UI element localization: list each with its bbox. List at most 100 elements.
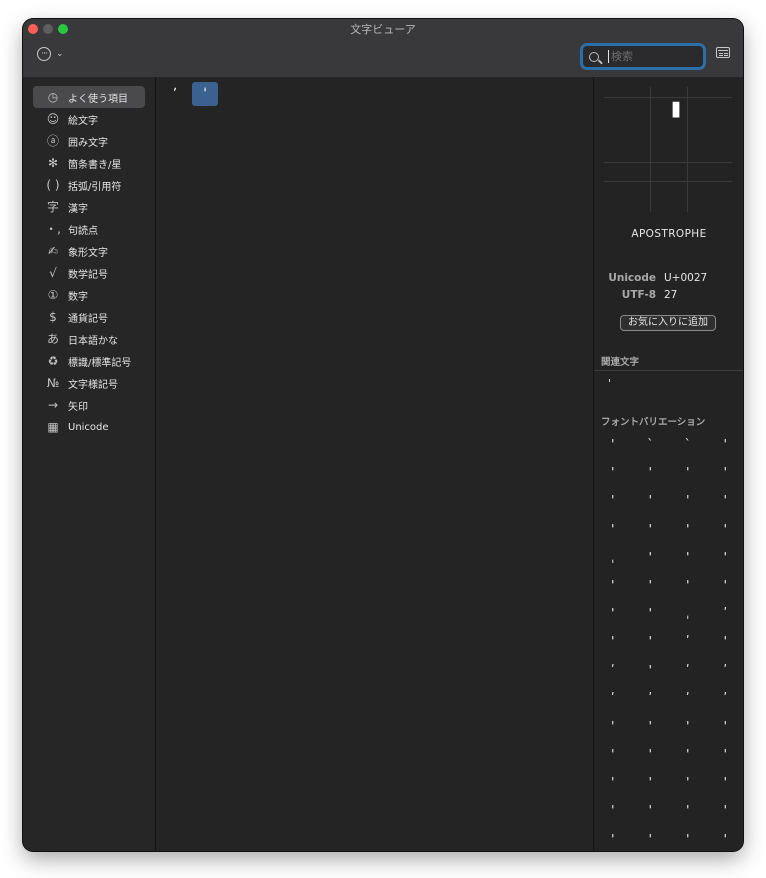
font-variation-glyph[interactable]: ' bbox=[669, 800, 707, 828]
sidebar-item-label: 句読点 bbox=[68, 225, 98, 237]
font-variation-glyph[interactable]: ' bbox=[632, 547, 670, 575]
font-variation-glyph[interactable]: ʹ bbox=[669, 688, 707, 716]
font-variation-glyph[interactable]: ʹ bbox=[707, 688, 744, 716]
add-to-favorites-button[interactable]: お気に入りに追加 bbox=[620, 315, 716, 331]
variation-row: ' ' ʹ ' bbox=[594, 631, 743, 659]
font-variation-glyph[interactable]: ' bbox=[707, 829, 744, 851]
sidebar-item[interactable]: $ 通貨記号 bbox=[33, 306, 145, 328]
variation-row: ʹʹʹʹ bbox=[594, 688, 743, 716]
sidebar-item[interactable]: ▦ Unicode bbox=[33, 416, 145, 438]
sidebar-item[interactable]: ☺ 絵文字 bbox=[33, 108, 145, 130]
search-icon bbox=[589, 51, 599, 62]
sidebar-item[interactable]: ・, 句読点 bbox=[33, 218, 145, 240]
related-character[interactable]: ' bbox=[608, 377, 611, 390]
character-panel-icon[interactable] bbox=[716, 47, 730, 58]
font-variation-glyph[interactable]: ˌ bbox=[594, 547, 632, 575]
font-variation-glyph[interactable]: ʹ bbox=[707, 603, 744, 631]
font-variation-glyph[interactable]: ˌ bbox=[669, 603, 707, 631]
glyph-preview: ' bbox=[604, 77, 734, 217]
font-variation-glyph[interactable]: ' bbox=[594, 490, 632, 518]
font-variation-glyph[interactable]: ' bbox=[594, 462, 632, 490]
font-variation-glyph[interactable]: ' bbox=[669, 462, 707, 490]
font-variation-glyph[interactable]: ' bbox=[632, 631, 670, 659]
font-variation-glyph[interactable]: ʹ bbox=[669, 660, 707, 688]
font-variation-glyph[interactable]: ʹ bbox=[707, 660, 744, 688]
font-variation-glyph[interactable]: ʹ bbox=[594, 660, 632, 688]
preview-glyph: ' bbox=[667, 90, 685, 158]
sidebar-item[interactable]: ① 数字 bbox=[33, 284, 145, 306]
font-variation-glyph[interactable]: ˋ bbox=[669, 434, 707, 462]
search-input[interactable] bbox=[609, 50, 693, 63]
font-variation-glyph[interactable]: ' bbox=[594, 603, 632, 631]
font-variation-glyph[interactable]: ' bbox=[707, 744, 744, 772]
font-variation-glyph[interactable]: ' bbox=[594, 716, 632, 744]
category-icon: ( ) bbox=[46, 178, 60, 192]
font-variation-glyph[interactable]: ' bbox=[632, 744, 670, 772]
font-variation-glyph[interactable]: ' bbox=[632, 490, 670, 518]
font-variation-glyph[interactable]: ' bbox=[594, 434, 632, 462]
utf8-row: UTF-8 27 bbox=[594, 289, 743, 301]
font-variation-glyph[interactable]: ' bbox=[669, 744, 707, 772]
font-variation-glyph[interactable]: ' bbox=[669, 519, 707, 547]
font-variation-glyph[interactable]: ' bbox=[707, 631, 744, 659]
character-cell[interactable]: ʼ bbox=[162, 82, 188, 106]
category-icon: ・, bbox=[45, 222, 61, 236]
font-variation-glyph[interactable]: ' bbox=[707, 462, 744, 490]
sidebar-item[interactable]: √ 数学記号 bbox=[33, 262, 145, 284]
font-variation-glyph[interactable]: ' bbox=[669, 716, 707, 744]
baseline-guide bbox=[604, 181, 732, 182]
font-variation-glyph[interactable]: ' bbox=[594, 829, 632, 851]
font-variation-glyph[interactable]: ' bbox=[594, 631, 632, 659]
font-variation-glyph[interactable]: ' bbox=[669, 490, 707, 518]
font-variation-glyph[interactable]: ʹ bbox=[594, 688, 632, 716]
font-variation-glyph[interactable]: ' bbox=[707, 575, 744, 603]
font-variation-glyph[interactable]: ' bbox=[632, 575, 670, 603]
category-sidebar: ◷ よく使う項目 ☺ 絵文字 ⓐ 囲み文字 ✻ 箇条書き/星 ( ) 括弧/引用符字漢字・, 句読点… bbox=[23, 77, 156, 851]
sidebar-item-label: 数字 bbox=[68, 291, 88, 303]
chevron-down-icon: ⌄ bbox=[56, 49, 64, 59]
font-variation-glyph[interactable]: ' bbox=[707, 547, 744, 575]
font-variation-glyph[interactable]: ˋ bbox=[632, 434, 670, 462]
sidebar-item[interactable]: あ日本語かな bbox=[33, 328, 145, 350]
font-variation-glyph[interactable]: ' bbox=[707, 772, 744, 800]
font-variation-glyph[interactable]: ' bbox=[707, 434, 744, 462]
font-variation-glyph[interactable]: ' bbox=[594, 519, 632, 547]
search-field[interactable] bbox=[580, 43, 706, 70]
category-list: ◷ よく使う項目 ☺ 絵文字 ⓐ 囲み文字 ✻ 箇条書き/星 ( ) 括弧/引用符字漢字・, 句読点… bbox=[33, 86, 145, 438]
sidebar-item[interactable]: ◷ よく使う項目 bbox=[33, 86, 145, 108]
sidebar-item[interactable]: № 文字様記号 bbox=[33, 372, 145, 394]
font-variation-glyph[interactable]: ' bbox=[707, 800, 744, 828]
font-variation-glyph[interactable]: ' bbox=[632, 660, 670, 688]
font-variation-glyph[interactable]: ' bbox=[632, 603, 670, 631]
font-variation-glyph[interactable]: ' bbox=[632, 519, 670, 547]
font-variation-glyph[interactable]: ʹ bbox=[632, 688, 670, 716]
sidebar-item[interactable]: 字漢字 bbox=[33, 196, 145, 218]
font-variation-glyph[interactable]: ʹ bbox=[669, 631, 707, 659]
font-variation-glyph[interactable]: ' bbox=[669, 575, 707, 603]
category-icon: 字 bbox=[46, 200, 59, 214]
font-variation-glyph[interactable]: ' bbox=[632, 772, 670, 800]
font-variation-glyph[interactable]: ' bbox=[594, 800, 632, 828]
font-variation-glyph[interactable]: ' bbox=[707, 519, 744, 547]
font-variation-glyph[interactable]: ' bbox=[669, 829, 707, 851]
font-variation-glyph[interactable]: ' bbox=[594, 575, 632, 603]
sidebar-item[interactable]: ⓐ 囲み文字 bbox=[33, 130, 145, 152]
font-variation-glyph[interactable]: ' bbox=[669, 547, 707, 575]
font-variation-glyph[interactable]: ' bbox=[632, 462, 670, 490]
font-variation-glyph[interactable]: ' bbox=[707, 490, 744, 518]
sidebar-item[interactable]: → 矢印 bbox=[33, 394, 145, 416]
sidebar-item[interactable]: ✻ 箇条書き/星 bbox=[33, 152, 145, 174]
font-variation-glyph[interactable]: ' bbox=[669, 772, 707, 800]
font-variation-glyph[interactable]: ' bbox=[594, 772, 632, 800]
sidebar-item[interactable]: ♻ 標識/標準記号 bbox=[33, 350, 145, 372]
sidebar-item[interactable]: ( ) 括弧/引用符 bbox=[33, 174, 145, 196]
font-variation-glyph[interactable]: ' bbox=[707, 716, 744, 744]
category-icon: ① bbox=[47, 288, 59, 302]
action-menu-button[interactable]: ··· ⌄ bbox=[37, 46, 73, 62]
character-cell[interactable]: ' bbox=[192, 82, 218, 106]
font-variation-glyph[interactable]: ' bbox=[632, 716, 670, 744]
sidebar-item[interactable]: ✍ 象形文字 bbox=[33, 240, 145, 262]
font-variation-glyph[interactable]: ' bbox=[632, 800, 670, 828]
font-variation-glyph[interactable]: ' bbox=[594, 744, 632, 772]
font-variation-glyph[interactable]: ' bbox=[632, 829, 670, 851]
